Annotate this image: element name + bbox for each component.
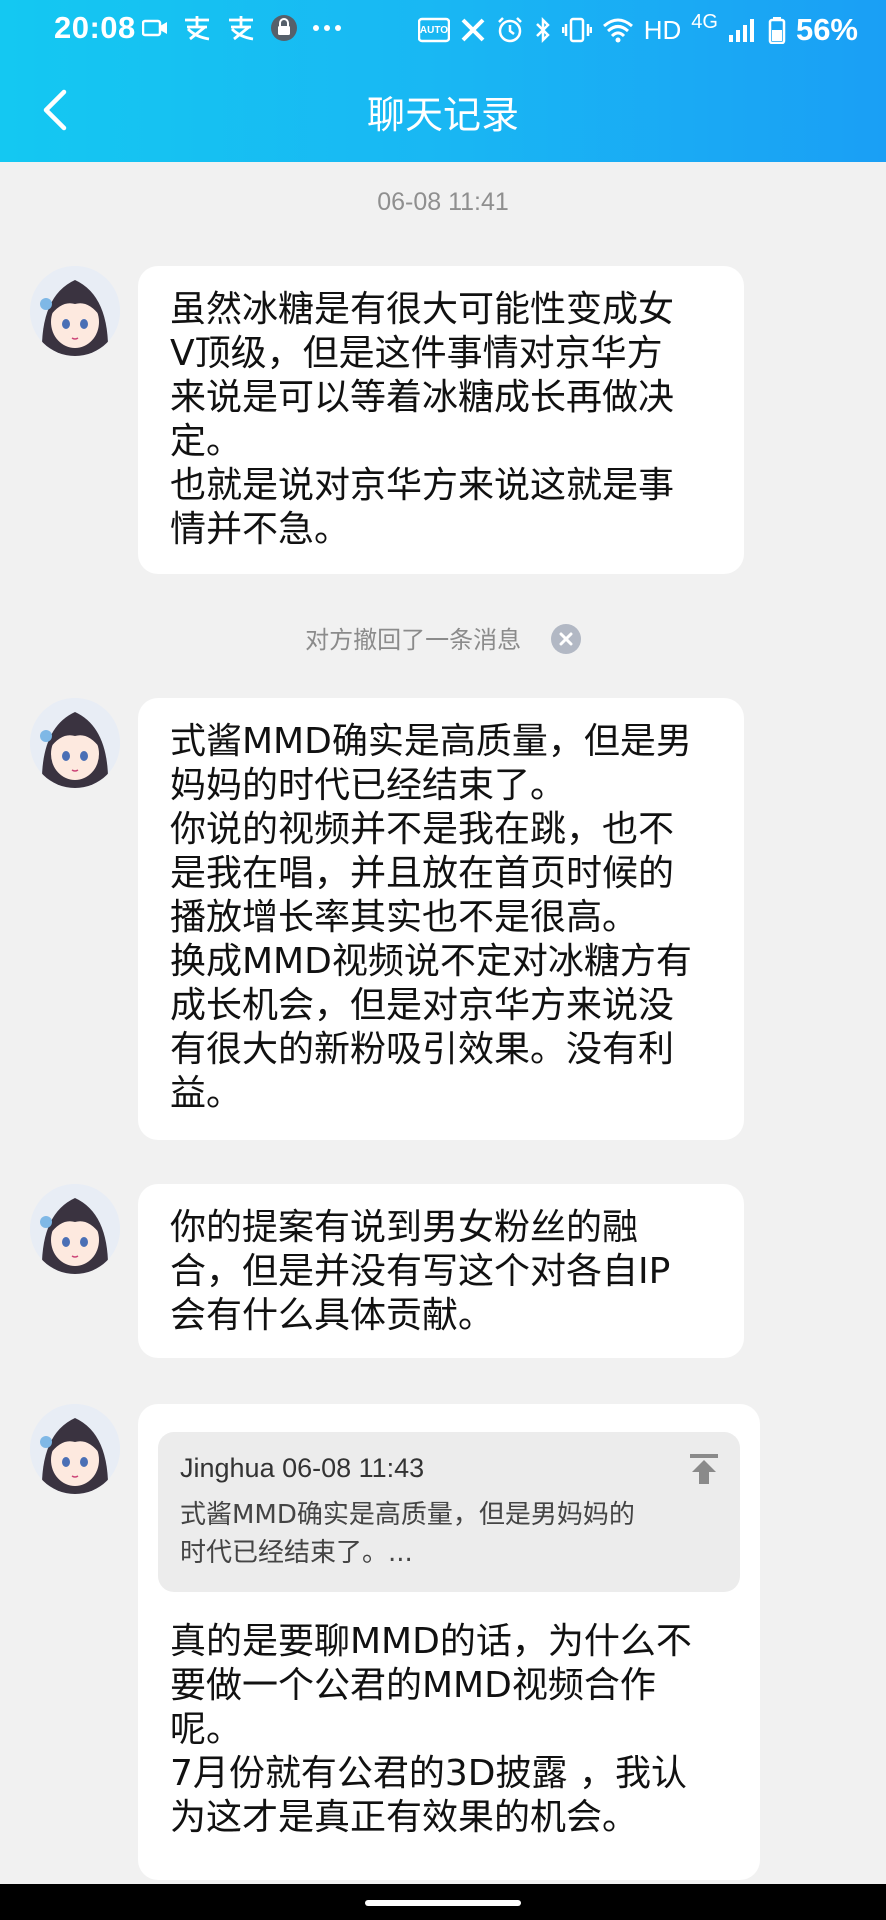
message-line: 有很大的新粉吸引效果。没有利 bbox=[170, 1029, 675, 1070]
message-line: 真的是要聊MMD的话，为什么不 bbox=[170, 1621, 692, 1662]
message-line: 为这才是真正有效果的机会。 bbox=[170, 1797, 639, 1838]
alarm-icon bbox=[497, 17, 522, 43]
message-line: 会有什么具体贡献。 bbox=[170, 1295, 495, 1336]
status-time: 20:08 bbox=[54, 10, 136, 45]
anime-girl-avatar-icon bbox=[30, 1404, 120, 1494]
message-bubble[interactable]: 式酱MMD确实是高质量，但是男 妈妈的时代已经结束了。 你说的视频并不是我在跳，… bbox=[138, 698, 744, 1140]
message-line: 成长机会，但是对京华方来说没 bbox=[170, 985, 675, 1026]
message-line: 妈妈的时代已经结束了。 bbox=[170, 765, 567, 806]
anime-girl-avatar-icon bbox=[30, 698, 120, 788]
top-bar: 20:08 AUTO HD 4G 56% 聊天记录 bbox=[0, 0, 886, 162]
status-bar: 20:08 AUTO HD 4G 56% bbox=[0, 0, 886, 58]
quoted-message[interactable]: Jinghua 06-08 11:43 式酱MMD确实是高质量，但是男妈妈的 时… bbox=[158, 1432, 740, 1592]
alipay-icon-2 bbox=[229, 16, 254, 41]
avatar[interactable] bbox=[30, 1184, 120, 1274]
battery-percent: 56% bbox=[795, 12, 858, 47]
anime-girl-avatar-icon bbox=[30, 266, 120, 356]
svg-text:AUTO: AUTO bbox=[420, 25, 448, 36]
quote-text: 式酱MMD确实是高质量，但是男妈妈的 时代已经结束了。... bbox=[180, 1496, 718, 1572]
message-line: 7月份就有公君的3D披露 ，我认 bbox=[170, 1753, 687, 1794]
auto-hz-icon: AUTO bbox=[417, 17, 450, 43]
message-line: 你说的视频并不是我在跳，也不 bbox=[170, 809, 675, 850]
avatar[interactable] bbox=[30, 698, 120, 788]
chat-timestamp: 06-08 11:41 bbox=[377, 188, 509, 216]
home-indicator[interactable] bbox=[365, 1900, 521, 1906]
message-line: 益。 bbox=[170, 1073, 243, 1114]
message-line: 播放增长率其实也不是很高。 bbox=[170, 897, 639, 938]
message-line: 合，但是并没有写这个对各自IP bbox=[170, 1251, 671, 1292]
signal-icon bbox=[728, 19, 754, 42]
x-icon bbox=[461, 18, 485, 42]
message-line: 要做一个公君的MMD视频合作 bbox=[170, 1665, 656, 1706]
message-line: 来说是可以等着冰糖成长再做决 bbox=[170, 377, 675, 418]
hd-label: HD bbox=[643, 14, 682, 45]
message-line: 是我在唱，并且放在首页时候的 bbox=[170, 853, 675, 894]
lock-app-icon bbox=[271, 15, 297, 41]
video-icon bbox=[142, 19, 167, 37]
message-bubble[interactable]: 你的提案有说到男女粉丝的融 合，但是并没有写这个对各自IP 会有什么具体贡献。 bbox=[138, 1184, 744, 1358]
navigation-bar bbox=[0, 1884, 886, 1920]
message-line: 也就是说对京华方来说这就是事 bbox=[170, 465, 675, 506]
message-bubble[interactable]: 虽然冰糖是有很大可能性变成女 V顶级，但是这件事情对京华方 来说是可以等着冰糖成… bbox=[138, 266, 744, 574]
quote-line: 时代已经结束了。... bbox=[180, 1538, 413, 1568]
recall-notice: 对方撤回了一条消息 bbox=[0, 620, 886, 656]
recall-text: 对方撤回了一条消息 bbox=[305, 626, 522, 654]
quote-line: 式酱MMD确实是高质量，但是男妈妈的 bbox=[180, 1500, 635, 1530]
anime-girl-avatar-icon bbox=[30, 1184, 120, 1274]
alipay-icon bbox=[185, 16, 210, 41]
page-title: 聊天记录 bbox=[366, 93, 519, 137]
battery-icon bbox=[768, 17, 786, 44]
avatar[interactable] bbox=[30, 266, 120, 356]
nav-bar: 聊天记录 bbox=[0, 58, 886, 162]
message-line: 情并不急。 bbox=[170, 509, 351, 550]
message-line: 换成MMD视频说不定对冰糖方有 bbox=[170, 941, 692, 982]
avatar[interactable] bbox=[30, 1404, 120, 1494]
close-icon[interactable] bbox=[550, 624, 581, 654]
message-line: 你的提案有说到男女粉丝的融 bbox=[170, 1207, 639, 1248]
vibrate-icon bbox=[561, 17, 592, 43]
network-type: 4G bbox=[691, 10, 718, 33]
message-bubble[interactable]: Jinghua 06-08 11:43 式酱MMD确实是高质量，但是男妈妈的 时… bbox=[138, 1404, 760, 1880]
message-line: 定。 bbox=[170, 421, 243, 462]
quote-header: Jinghua 06-08 11:43 bbox=[180, 1453, 425, 1483]
scroll-to-top-icon[interactable] bbox=[688, 1452, 720, 1486]
more-dots-icon bbox=[313, 25, 341, 31]
wifi-icon bbox=[602, 18, 633, 43]
status-right-icons: AUTO HD 4G 56% bbox=[417, 10, 858, 48]
message-line: 呢。 bbox=[170, 1709, 243, 1750]
message-line: V顶级，但是这件事情对京华方 bbox=[170, 333, 663, 374]
message-line: 虽然冰糖是有很大可能性变成女 bbox=[170, 289, 675, 330]
status-left-icons bbox=[142, 14, 342, 42]
message-line: 式酱MMD确实是高质量，但是男 bbox=[170, 721, 692, 762]
bluetooth-icon bbox=[535, 16, 550, 44]
